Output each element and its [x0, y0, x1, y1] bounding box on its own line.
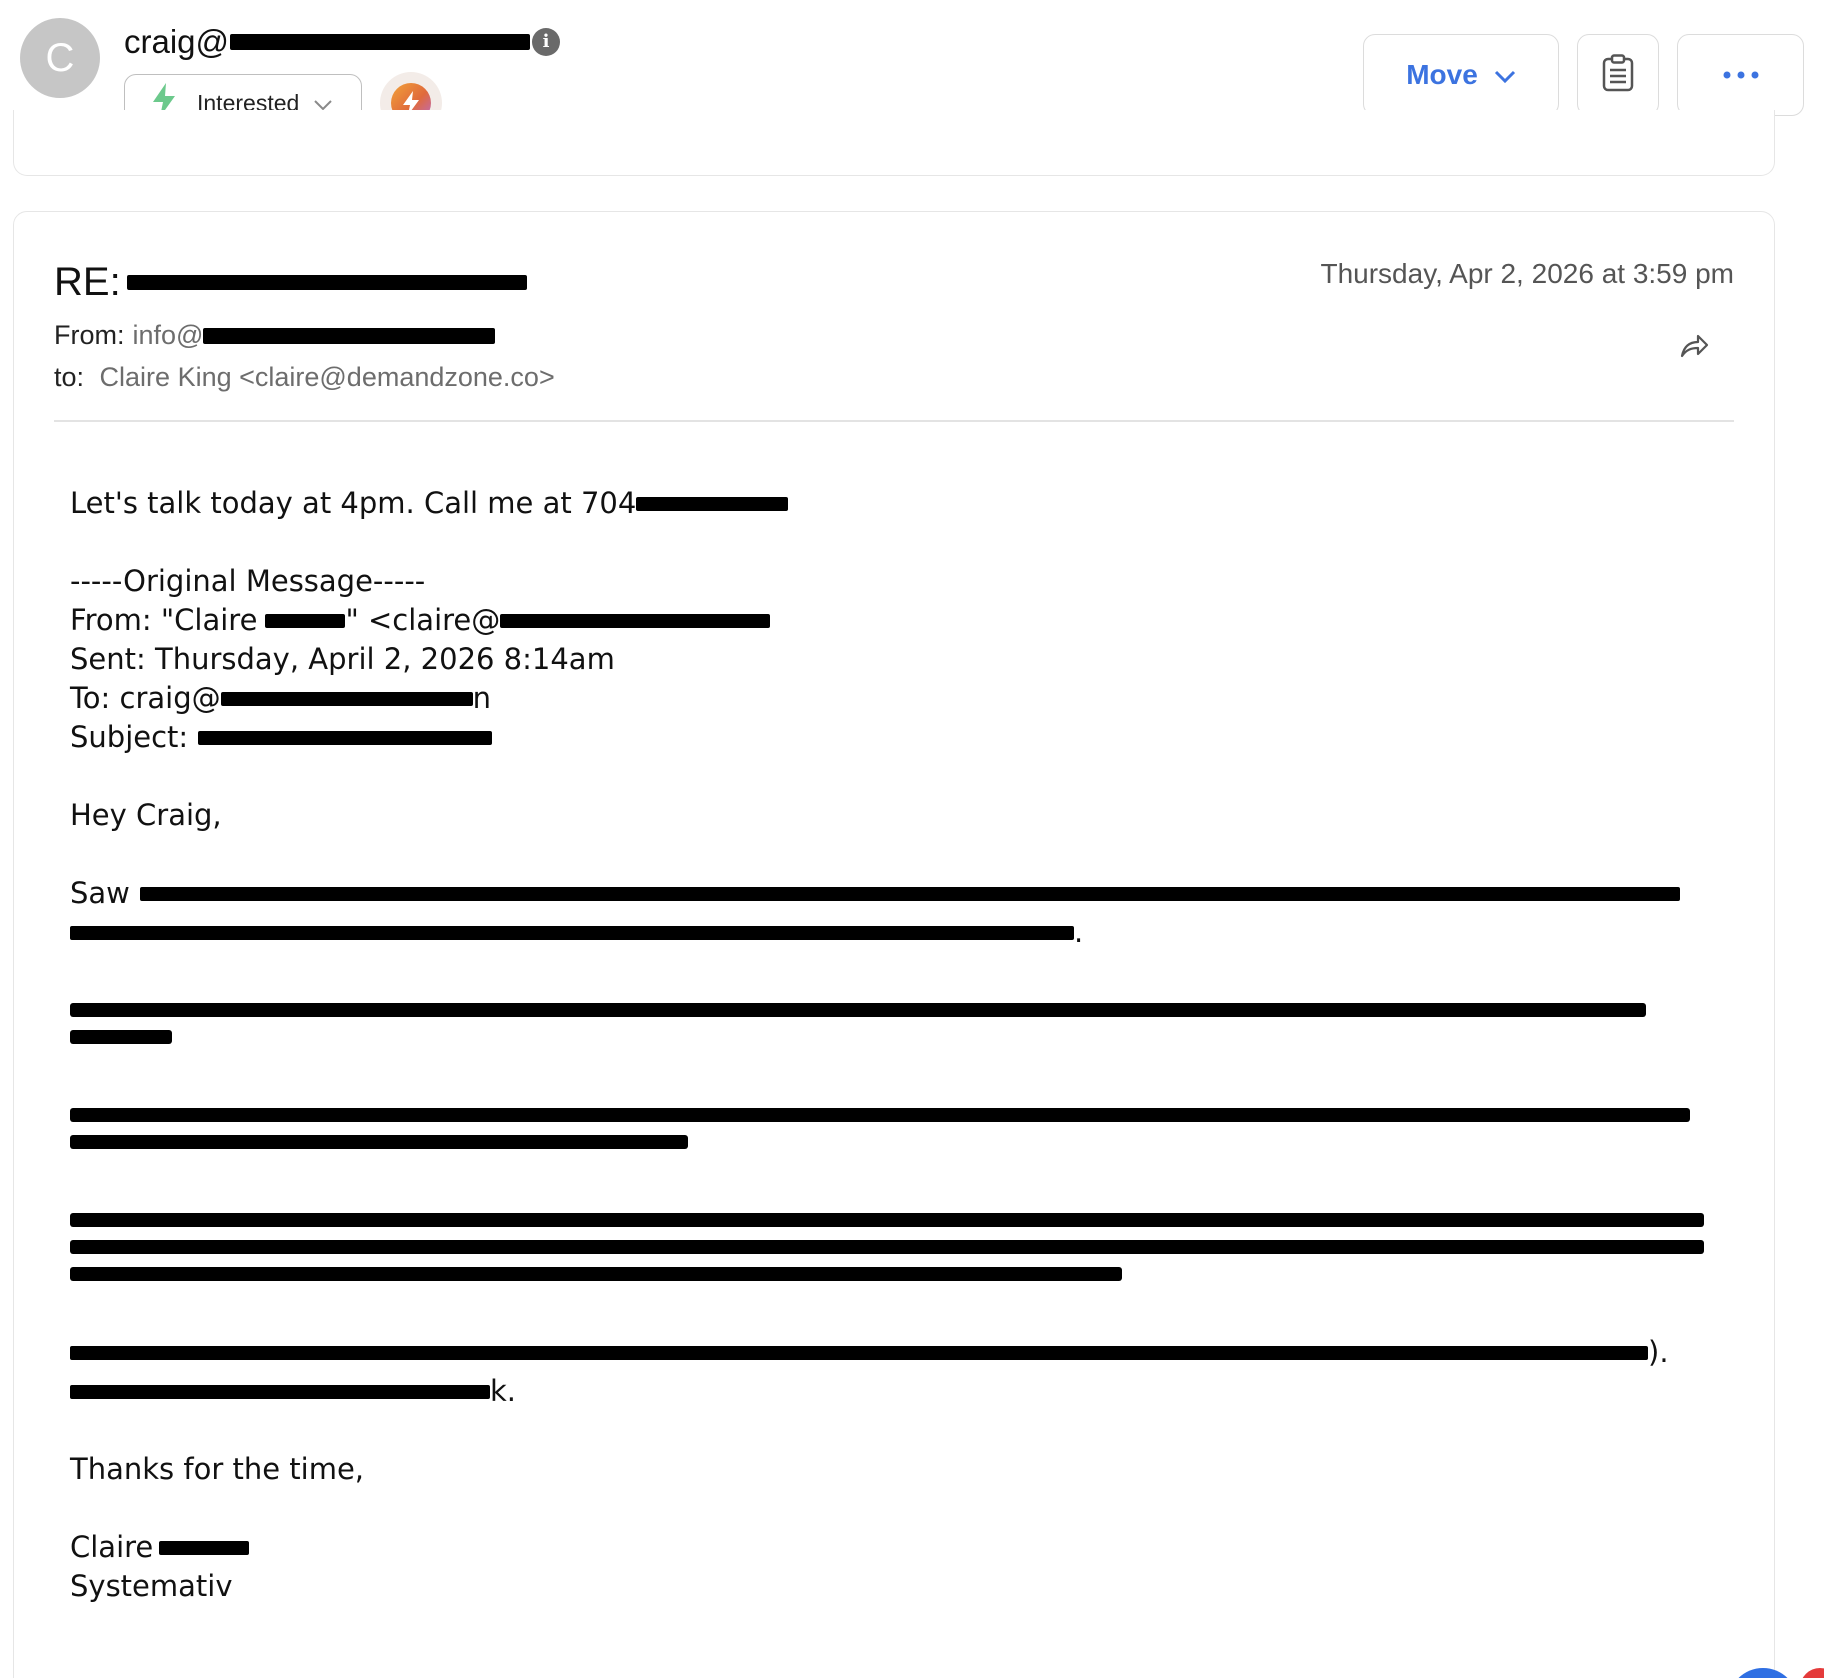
redaction-bar — [70, 1345, 1648, 1360]
paragraph-1-line-1: Saw — [70, 874, 1730, 913]
more-dots-icon — [1723, 66, 1759, 84]
paragraph-1-line-2: . — [70, 913, 1730, 952]
redaction-bar — [126, 275, 527, 290]
redaction-bar — [70, 1267, 1122, 1281]
redaction-bar — [70, 1030, 172, 1044]
redaction-bar — [70, 1240, 1704, 1254]
redaction-bar — [636, 496, 789, 511]
redaction-bar — [70, 1003, 1646, 1017]
greeting: Hey Craig, — [70, 798, 222, 832]
more-options-button[interactable] — [1677, 34, 1804, 116]
email-to: to: Claire King <claire@demandzone.co> — [54, 362, 555, 393]
redaction-bar — [139, 886, 1680, 901]
clipboard-icon — [1602, 53, 1634, 97]
from-value: info@ — [132, 320, 204, 350]
email-subject: RE: — [54, 260, 527, 305]
email-from: From: info@ — [54, 320, 496, 351]
redaction-bar — [220, 691, 473, 706]
info-icon[interactable]: i — [532, 28, 561, 56]
original-to: To: craig@ n — [70, 681, 492, 715]
email-message-card: RE: Thursday, Apr 2, 2026 at 3:59 pm Fro… — [13, 211, 1775, 1678]
redaction-bar — [198, 730, 493, 745]
notes-button[interactable] — [1577, 34, 1659, 116]
original-sent: Sent: Thursday, April 2, 2026 8:14am — [70, 642, 615, 676]
redaction-bar — [203, 327, 496, 344]
sender-avatar: C — [20, 18, 100, 98]
paragraph-5-line-2: k. — [70, 1372, 1730, 1411]
original-message-header: -----Original Message----- — [70, 564, 426, 598]
header-divider — [54, 420, 1734, 422]
paragraph-5-line-1: ). — [70, 1333, 1730, 1372]
notification-dot — [1800, 1668, 1824, 1678]
chevron-down-icon — [1494, 59, 1516, 91]
redaction-bar — [70, 925, 1074, 940]
redaction-bar — [70, 1213, 1704, 1227]
redaction-bar — [70, 1384, 490, 1399]
redaction-bar — [230, 34, 531, 50]
redaction-bar — [500, 613, 771, 628]
signature-company: Systemativ — [70, 1569, 233, 1603]
subject-prefix: RE: — [54, 260, 121, 304]
email-date: Thursday, Apr 2, 2026 at 3:59 pm — [1320, 258, 1734, 289]
email-body: Let's talk today at 4pm. Call me at 704 … — [70, 484, 1730, 1606]
to-value: Claire King <claire@demandzone.co> — [99, 362, 555, 392]
reply-line: Let's talk today at 4pm. Call me at 704 — [70, 484, 1730, 523]
redaction-bar — [265, 613, 346, 628]
original-subject: Subject: — [70, 718, 1730, 757]
from-label: From: — [54, 320, 125, 350]
move-label: Move — [1406, 59, 1478, 90]
redaction-bar — [159, 1540, 250, 1555]
move-button[interactable]: Move — [1363, 34, 1559, 116]
previous-message-card — [13, 110, 1775, 176]
original-from: From: "Claire " <claire@ — [70, 601, 1730, 640]
forward-icon[interactable] — [1678, 330, 1710, 362]
sender-prefix: craig@ — [124, 23, 230, 60]
redaction-bar — [70, 1135, 688, 1149]
closing: Thanks for the time, — [70, 1452, 365, 1486]
to-label: to: — [54, 362, 85, 392]
redaction-bar — [70, 1108, 1690, 1122]
signature-name: Claire — [70, 1528, 1730, 1567]
sender-address: craig@ i — [124, 22, 561, 62]
